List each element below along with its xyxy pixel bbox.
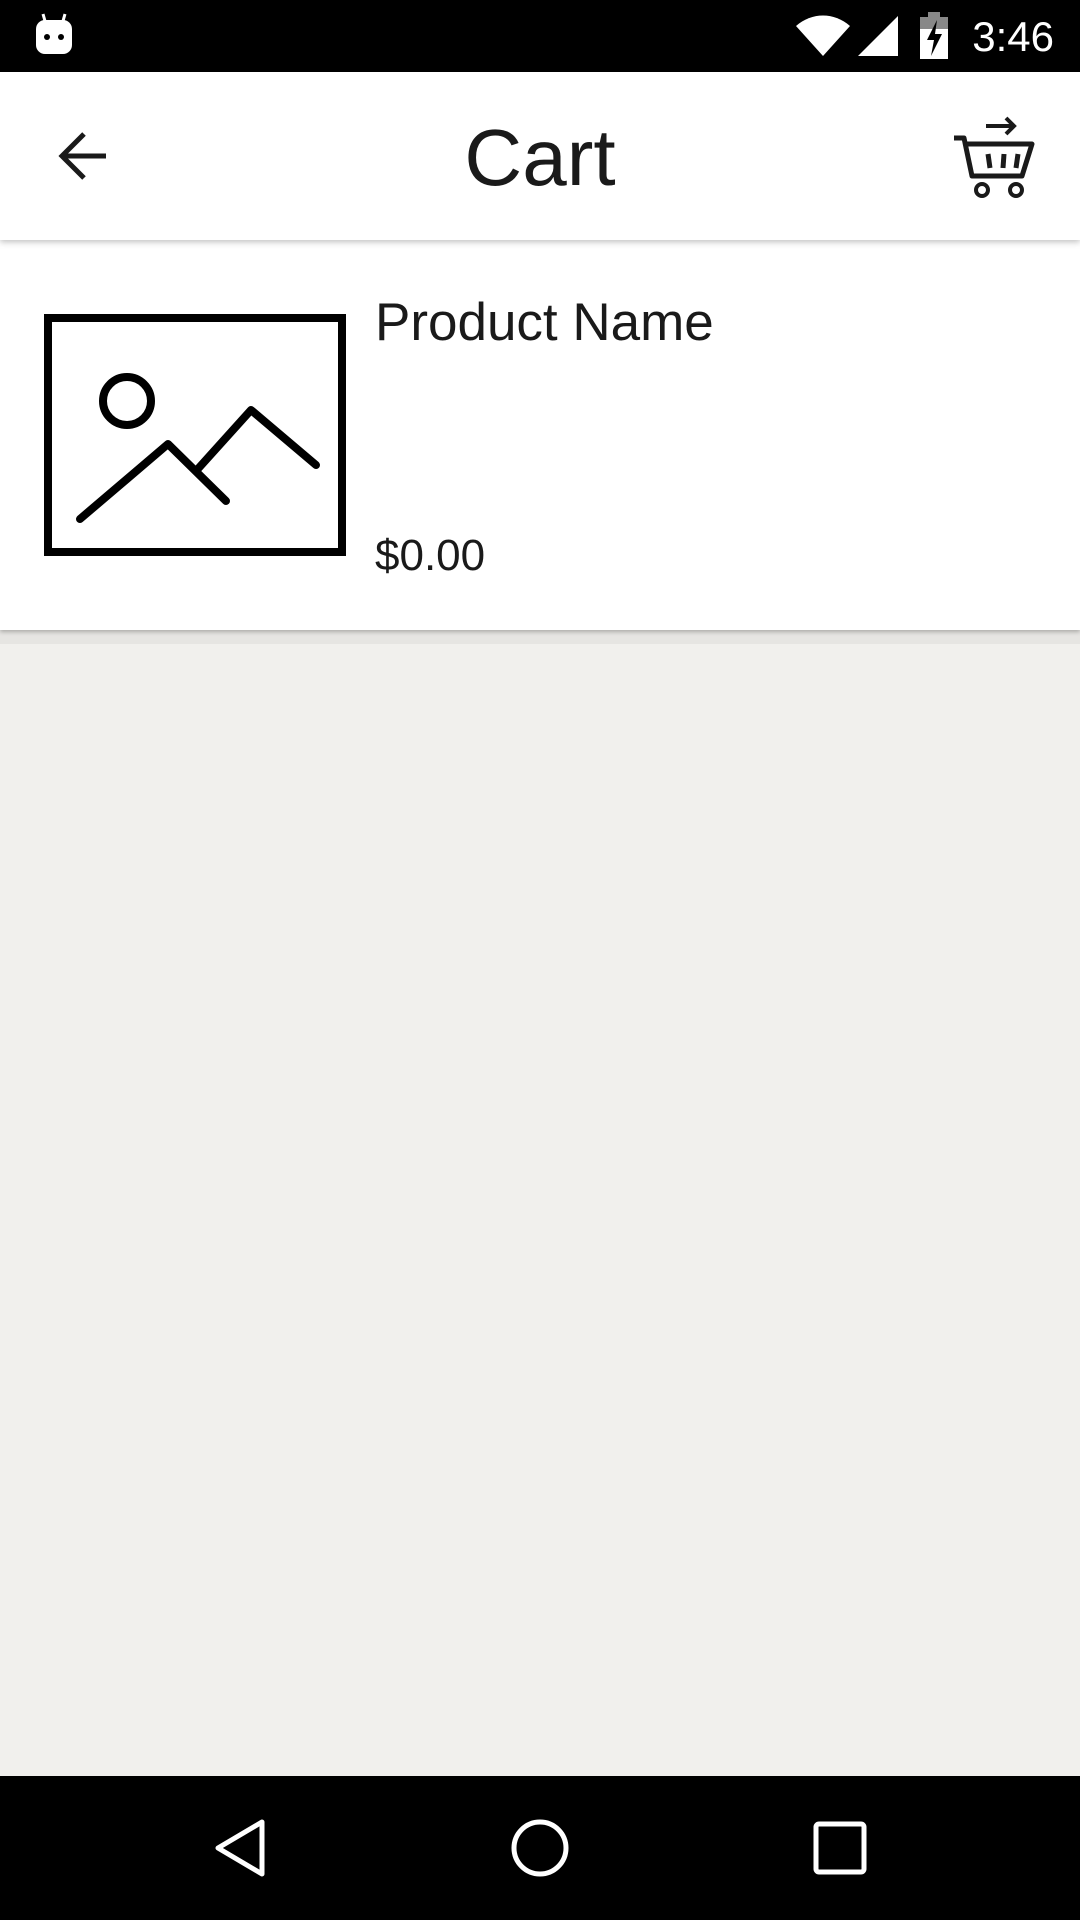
nav-back-icon bbox=[215, 1819, 265, 1877]
status-clock: 3:46 bbox=[972, 13, 1054, 60]
nav-home-button[interactable] bbox=[490, 1798, 590, 1898]
page-title: Cart bbox=[464, 113, 616, 202]
nav-recents-icon bbox=[813, 1821, 867, 1875]
product-name: Product Name bbox=[375, 293, 714, 352]
back-button[interactable] bbox=[44, 120, 124, 192]
status-bar: 3:46 bbox=[0, 0, 1080, 72]
wifi-icon bbox=[796, 15, 850, 56]
battery-charging-icon bbox=[920, 12, 948, 59]
nav-bar bbox=[0, 1776, 1080, 1920]
nav-recents-button[interactable] bbox=[790, 1798, 890, 1898]
cart-arrow-icon bbox=[954, 116, 1035, 198]
debug-icon bbox=[36, 13, 72, 54]
arrow-left-icon bbox=[58, 132, 106, 180]
nav-home-icon bbox=[511, 1819, 569, 1877]
app-bar: Cart bbox=[0, 72, 1080, 240]
nav-back-button[interactable] bbox=[190, 1798, 290, 1898]
list-divider bbox=[0, 630, 1080, 644]
image-placeholder-icon bbox=[44, 314, 346, 556]
signal-icon bbox=[858, 16, 898, 56]
cart-button[interactable] bbox=[952, 110, 1038, 200]
product-price: $0.00 bbox=[375, 531, 486, 580]
